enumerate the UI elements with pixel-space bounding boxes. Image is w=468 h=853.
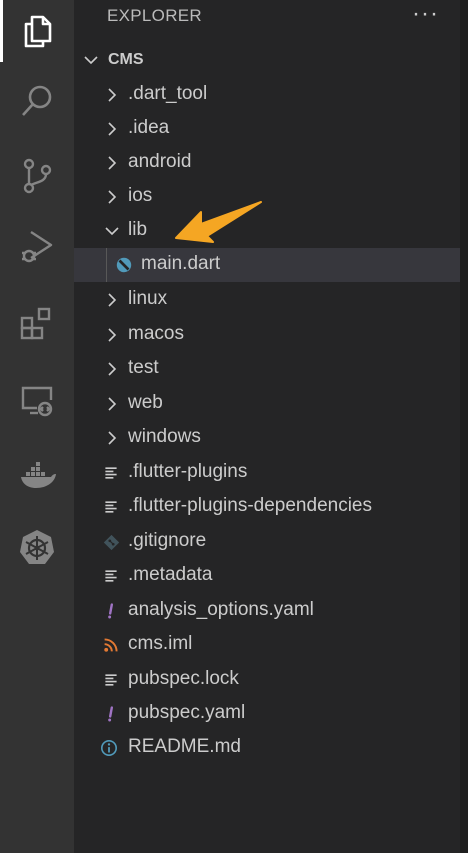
tree-item-label: main.dart [141,253,221,274]
tree-item-file[interactable]: cms.iml [74,628,460,662]
tree-item-file[interactable]: README.md [74,731,460,765]
tree-item-label: .gitignore [128,530,207,551]
chevron-right-icon [108,156,117,170]
root-folder-label: CMS [108,51,144,68]
chevron-right-icon [108,328,117,342]
activity-bar [0,0,74,853]
tree-item-label: .metadata [128,564,213,585]
tree-item-folder[interactable]: android [74,146,460,180]
source-control-icon[interactable] [0,141,74,211]
docker-icon[interactable] [0,440,74,510]
tree-item-label: .idea [128,117,170,138]
more-actions-button[interactable]: ··· [412,0,439,28]
tree-item-label: .dart_tool [128,83,208,104]
chevron-right-icon [108,397,117,411]
tree-item-label: README.md [128,736,241,757]
text-file-icon [101,565,121,587]
tree-item-file[interactable]: pubspec.yaml [74,697,460,731]
yaml-icon [101,703,121,725]
remote-explorer-icon[interactable] [0,365,74,435]
chevron-right-icon [108,88,117,102]
tree-item-file[interactable]: analysis_options.yaml [74,594,460,628]
editor-edge [460,0,468,853]
tree-item-folder[interactable]: web [74,387,460,421]
explorer-sidebar: EXPLORER ··· CMS .dart_tool .idea androi… [74,0,460,853]
tree-item-label: pubspec.lock [128,668,239,689]
arrow-pointing-left-icon [175,201,262,243]
indent-guide [106,248,107,282]
tree-item-file[interactable]: pubspec.lock [74,663,460,697]
root-folder-row[interactable]: CMS [74,44,460,76]
tree-item-file[interactable]: .metadata [74,559,460,593]
run-debug-icon[interactable] [0,211,74,281]
tree-item-folder[interactable]: .dart_tool [74,78,460,112]
tree-item-label: analysis_options.yaml [128,599,314,620]
chevron-right-icon [108,293,117,307]
extensions-icon[interactable] [0,288,74,358]
tree-item-file[interactable]: .flutter-plugins-dependencies [74,490,460,524]
tree-item-label: android [128,151,192,172]
chevron-down-icon [84,56,98,65]
tree-item-folder[interactable]: ios [74,180,460,214]
text-file-icon [101,496,121,518]
text-file-icon [101,462,121,484]
kubernetes-icon[interactable] [0,512,74,582]
tree-item-file[interactable]: .flutter-plugins [74,456,460,490]
chevron-right-icon [108,362,117,376]
files-icon[interactable] [0,0,74,66]
yaml-icon [101,600,121,622]
tree-item-folder-expanded[interactable]: lib [74,214,460,248]
rss-icon [101,634,121,656]
tree-item-label: lib [128,219,148,240]
chevron-right-icon [108,122,117,136]
git-icon [101,531,121,553]
tree-item-label: web [128,392,163,413]
info-icon [99,737,119,759]
tree-item-label: .flutter-plugins-dependencies [128,495,372,516]
tree-item-label: macos [128,323,184,344]
tree-item-label: windows [128,426,201,447]
text-file-icon [101,669,121,691]
tree-item-label: ios [128,185,153,206]
tree-item-folder[interactable]: macos [74,318,460,352]
tree-item-folder[interactable]: linux [74,283,460,317]
chevron-right-icon [108,190,117,204]
tree-item-folder[interactable]: .idea [74,112,460,146]
tree-item-label: pubspec.yaml [128,702,246,723]
tree-item-label: linux [128,288,168,309]
tree-item-file[interactable]: .gitignore [74,525,460,559]
chevron-right-icon [108,431,117,445]
search-icon[interactable] [0,66,74,136]
explorer-title: EXPLORER [107,6,202,25]
tree-item-label: .flutter-plugins [128,461,248,482]
dart-icon [114,254,134,276]
tree-item-file-selected[interactable]: main.dart [74,248,460,282]
tree-item-label: cms.iml [128,633,193,654]
tree-item-label: test [128,357,159,378]
tree-item-folder[interactable]: windows [74,421,460,455]
tree-item-folder[interactable]: test [74,352,460,386]
chevron-down-icon [105,227,119,236]
